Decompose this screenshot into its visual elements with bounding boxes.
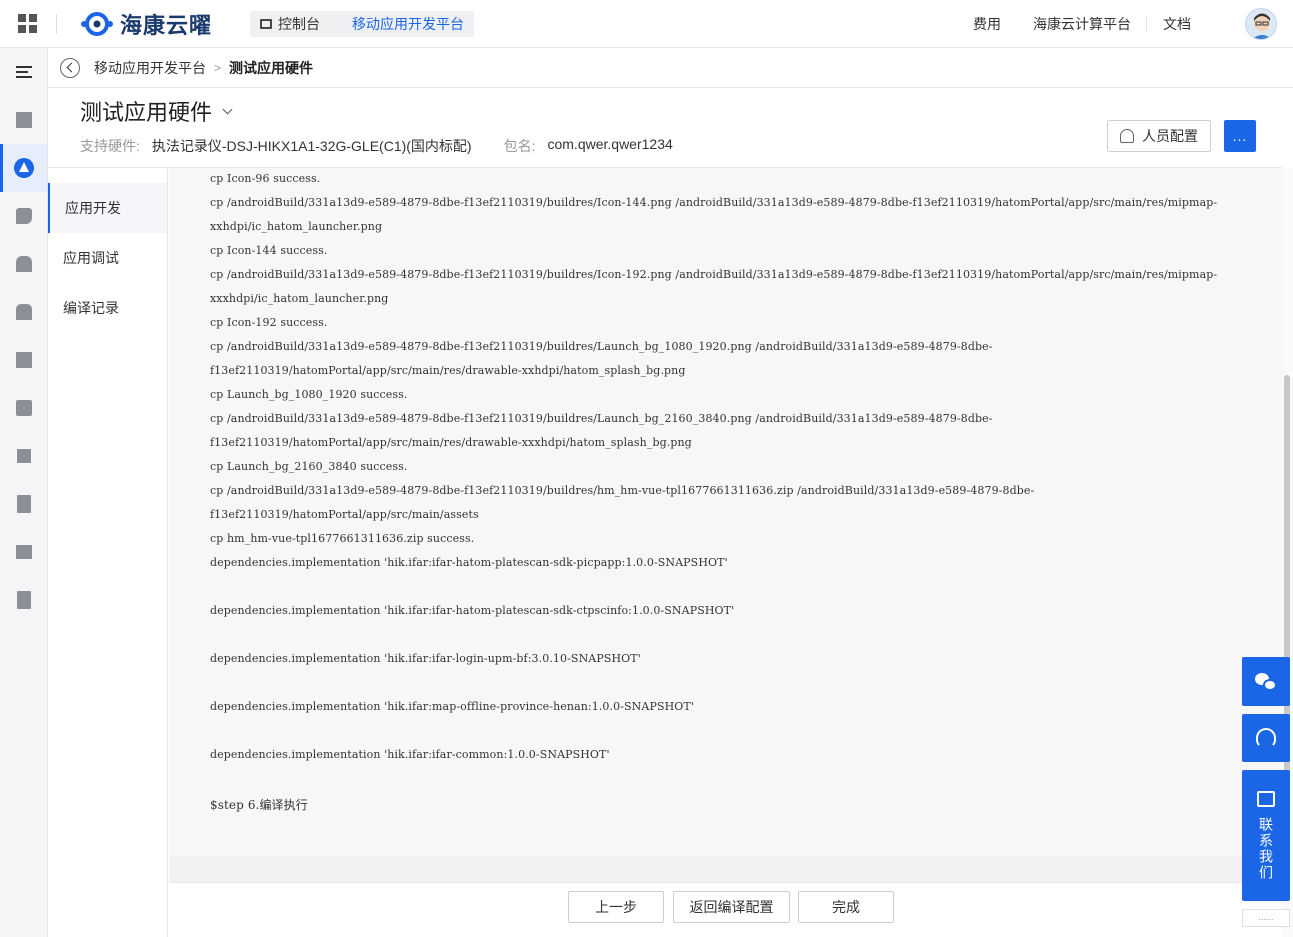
log-line: dependencies.implementation 'hik.ifar:if… — [210, 556, 728, 569]
app-meta: 支持硬件: 执法记录仪-DSJ-HIKX1A1-32G-GLE(C1)(国内标配… — [80, 136, 673, 156]
menu-toggle[interactable] — [0, 48, 47, 96]
top-right-links: 费用 海康云计算平台 文档 — [957, 0, 1293, 48]
layout-icon — [15, 352, 32, 368]
breadcrumb-parent[interactable]: 移动应用开发平台 — [94, 58, 206, 78]
link-billing[interactable]: 费用 — [957, 14, 1017, 34]
toolbox-icon — [15, 545, 32, 559]
log-line: cp Icon-144 success. — [210, 244, 328, 257]
rail-checklist[interactable] — [0, 480, 47, 528]
log-line: cp Icon-192 success. — [210, 316, 328, 329]
top-navbar: 海康云曜 控制台 移动应用开发平台 费用 海康云计算平台 文档 — [0, 0, 1293, 48]
headset-icon — [1256, 728, 1276, 748]
breadcrumb-current: 测试应用硬件 — [229, 59, 314, 76]
breadcrumb: 移动应用开发平台 > 测试应用硬件 — [48, 48, 1293, 88]
app-store-icon — [13, 158, 34, 178]
log-line: $step 6.编译执行 — [210, 798, 308, 812]
log-line: cp /androidBuild/331a13d9-e589-4879-8dbe… — [210, 340, 993, 353]
dashboard-icon — [15, 112, 32, 128]
log-line: f13ef2110319/hatomPortal/app/src/main/as… — [210, 508, 479, 521]
breadcrumb-separator: > — [214, 60, 222, 75]
float-drag-handle[interactable]: ...... — [1242, 909, 1290, 927]
log-line: dependencies.implementation 'hik.ifar:if… — [210, 652, 641, 665]
log-line: cp hm_hm-vue-tpl1677661311636.zip succes… — [210, 532, 475, 545]
support-button[interactable] — [1242, 714, 1290, 762]
contact-us-label: 联系我们 — [1258, 816, 1274, 881]
more-button[interactable]: ... — [1224, 120, 1256, 152]
chevron-down-icon — [222, 104, 233, 114]
log-line: cp /androidBuild/331a13d9-e589-4879-8dbe… — [210, 268, 1218, 281]
rail-package[interactable] — [0, 240, 47, 288]
package-value: com.qwer.qwer1234 — [547, 136, 673, 152]
log-bottom-padding — [169, 856, 1282, 882]
sub-navigation: 应用开发 应用调试 编译记录 — [48, 168, 168, 937]
bag-icon — [15, 304, 32, 320]
prev-step-button[interactable]: 上一步 — [568, 891, 664, 923]
subnav-app-dev[interactable]: 应用开发 — [48, 183, 167, 233]
rail-app-dev[interactable] — [0, 144, 47, 192]
log-line: cp Launch_bg_2160_3840 success. — [210, 460, 408, 473]
link-cloud-platform[interactable]: 海康云计算平台 — [1017, 14, 1147, 34]
hardware-value: 执法记录仪-DSJ-HIKX1A1-32G-GLE(C1)(国内标配) — [151, 138, 472, 154]
rail-plugins[interactable] — [0, 192, 47, 240]
app-grid-icon[interactable] — [18, 14, 38, 34]
package-label: 包名: — [503, 138, 536, 154]
log-line: cp /androidBuild/331a13d9-e589-4879-8dbe… — [210, 196, 1218, 209]
subnav-app-debug[interactable]: 应用调试 — [48, 233, 167, 283]
left-rail — [0, 48, 48, 937]
log-line: cp Icon-96 success. — [210, 172, 321, 185]
brand-logo[interactable]: 海康云曜 — [80, 9, 212, 39]
wechat-button[interactable] — [1242, 657, 1290, 706]
chat-icon — [1257, 790, 1275, 807]
brand-name: 海康云曜 — [120, 13, 213, 38]
document-icon — [16, 591, 31, 609]
log-line: dependencies.implementation 'hik.ifar:ma… — [210, 700, 694, 713]
avatar[interactable] — [1245, 8, 1277, 40]
avatar-icon — [1252, 13, 1272, 39]
log-line: f13ef2110319/hatomPortal/app/src/main/re… — [210, 364, 686, 377]
page-title-selector[interactable]: 测试应用硬件 — [80, 95, 233, 127]
rail-dashboard[interactable] — [0, 96, 47, 144]
people-config-label: 人员配置 — [1142, 128, 1198, 144]
tab-console-label: 控制台 — [278, 16, 320, 32]
log-line: cp /androidBuild/331a13d9-e589-4879-8dbe… — [210, 484, 1035, 497]
finish-button[interactable]: 完成 — [798, 891, 894, 923]
puzzle-icon — [15, 208, 32, 224]
log-line: dependencies.implementation 'hik.ifar:if… — [210, 604, 735, 617]
back-to-config-button[interactable]: 返回编译配置 — [673, 891, 790, 923]
page-title: 测试应用硬件 — [80, 100, 213, 125]
log-line: cp Launch_bg_1080_1920 success. — [210, 388, 408, 401]
network-icon — [15, 400, 32, 416]
hardware-label: 支持硬件: — [80, 138, 140, 154]
contact-us-button[interactable]: 联系我们 — [1242, 770, 1290, 901]
brand-logo-icon — [81, 12, 113, 36]
rail-copy[interactable] — [0, 432, 47, 480]
rail-layout[interactable] — [0, 336, 47, 384]
rail-document[interactable] — [0, 576, 47, 624]
back-icon[interactable] — [60, 57, 80, 78]
build-log[interactable]: cp Icon-96 success. cp /androidBuild/331a… — [169, 168, 1282, 856]
divider — [56, 14, 57, 34]
rail-toolbox[interactable] — [0, 528, 47, 576]
package-icon — [15, 256, 32, 272]
wechat-icon — [1255, 672, 1277, 691]
user-icon — [1120, 129, 1134, 143]
console-icon — [260, 19, 272, 29]
log-line: xxhdpi/ic_hatom_launcher.png — [210, 220, 383, 233]
link-docs[interactable]: 文档 — [1147, 14, 1207, 34]
log-line: xxxhdpi/ic_hatom_launcher.png — [210, 292, 389, 305]
people-config-button[interactable]: 人员配置 — [1107, 120, 1211, 152]
tab-console[interactable]: 控制台 — [250, 11, 332, 37]
rail-network[interactable] — [0, 384, 47, 432]
checklist-icon — [16, 495, 31, 513]
subnav-build-history[interactable]: 编译记录 — [48, 283, 167, 333]
tab-mobile-platform-label: 移动应用开发平台 — [352, 16, 464, 32]
menu-icon — [15, 66, 32, 78]
log-line: dependencies.implementation 'hik.ifar:if… — [210, 748, 610, 761]
log-line: cp /androidBuild/331a13d9-e589-4879-8dbe… — [210, 412, 993, 425]
footer-actions: 上一步 返回编译配置 完成 — [169, 883, 1282, 937]
rail-store[interactable] — [0, 288, 47, 336]
tab-mobile-platform[interactable]: 移动应用开发平台 — [331, 11, 474, 37]
copy-icon — [16, 449, 31, 463]
log-line: f13ef2110319/hatomPortal/app/src/main/re… — [210, 436, 692, 449]
